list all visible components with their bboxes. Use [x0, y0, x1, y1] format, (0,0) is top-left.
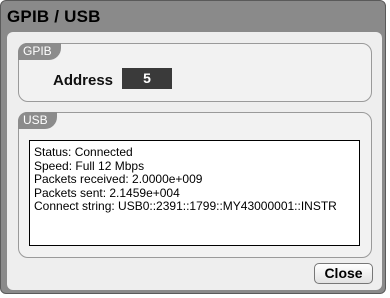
gpib-usb-dialog: GPIB / USB GPIB Address 5 USB Status: Co…	[0, 0, 386, 294]
gpib-group-label: GPIB	[18, 43, 61, 60]
address-field[interactable]: 5	[122, 68, 172, 89]
usb-packets-sent-line: Packets sent: 2.1459e+004	[34, 185, 180, 200]
usb-status-box: Status: Connected Speed: Full 12 Mbps Pa…	[29, 140, 360, 246]
close-button[interactable]: Close	[314, 263, 373, 284]
dialog-title: GPIB / USB	[7, 7, 101, 26]
gpib-group: GPIB Address 5	[18, 43, 372, 102]
address-label: Address	[53, 72, 114, 89]
usb-speed-line: Speed: Full 12 Mbps	[34, 158, 145, 173]
usb-group-label: USB	[18, 112, 57, 129]
usb-packets-received-line: Packets received: 2.0000e+009	[34, 172, 203, 186]
usb-status-line: Status: Connected	[34, 145, 133, 159]
usb-group: USB Status: Connected Speed: Full 12 Mbp…	[18, 112, 372, 258]
usb-connect-string-line: Connect string: USB0::2391::1799::MY4300…	[34, 199, 337, 213]
